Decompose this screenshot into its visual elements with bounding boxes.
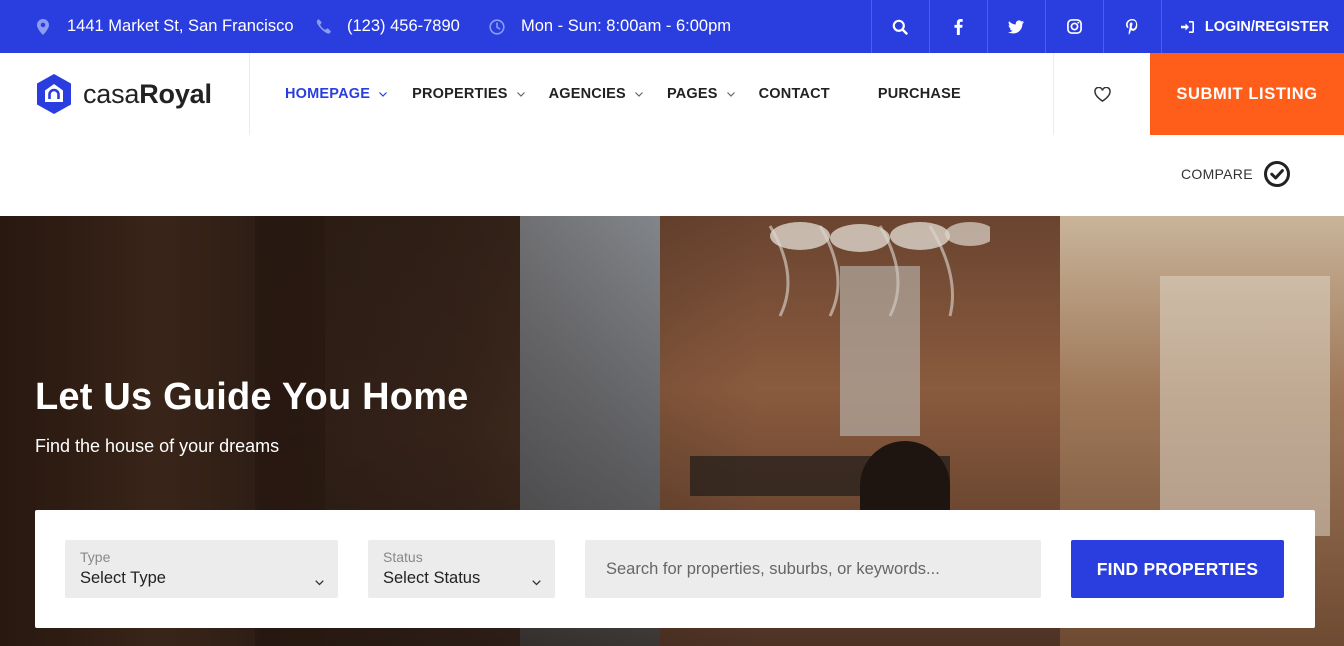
compare-link[interactable]: COMPARE [1181,160,1291,188]
chevron-down-icon [516,91,525,97]
chevron-down-icon [532,573,541,591]
nav-properties[interactable]: PROPERTIES [412,86,525,102]
nav-pages[interactable]: PAGES [667,86,735,102]
chevron-down-icon [635,91,643,97]
phone-info[interactable]: (123) 456-7890 [315,0,460,53]
chevron-down-icon [315,573,324,591]
top-bar: 1441 Market St, San Francisco (123) 456-… [0,0,1344,53]
hours-info: Mon - Sun: 8:00am - 6:00pm [489,0,731,53]
compare-label: COMPARE [1181,166,1253,182]
phone-text: (123) 456-7890 [347,17,460,35]
login-icon [1181,19,1195,35]
chevron-down-icon [726,91,735,97]
pinterest-icon[interactable] [1102,0,1161,53]
address-text: 1441 Market St, San Francisco [67,17,294,35]
header-divider [249,53,250,135]
nav-properties-label: PROPERTIES [412,86,508,102]
status-select[interactable]: Status Select Status [368,540,555,598]
facebook-icon[interactable] [928,0,987,53]
main-nav: HOMEPAGE PROPERTIES AGENCIES PAGES CONTA… [285,53,961,135]
type-select-label: Type [80,549,111,565]
submit-listing-button[interactable]: SUBMIT LISTING [1150,53,1344,135]
clock-icon [489,18,505,35]
phone-icon [315,19,331,35]
hero-title: Let Us Guide You Home [35,376,469,418]
nav-purchase-label: PURCHASE [877,86,961,102]
nav-homepage[interactable]: HOMEPAGE [285,86,388,102]
nav-pages-label: PAGES [666,86,718,102]
nav-contact[interactable]: CONTACT [759,86,830,102]
hours-text: Mon - Sun: 8:00am - 6:00pm [521,17,732,35]
status-select-value: Select Status [383,569,481,587]
main-header: casaRoyal HOMEPAGE PROPERTIES AGENCIES P… [0,53,1344,135]
hero-subtitle: Find the house of your dreams [35,436,280,456]
twitter-icon[interactable] [986,0,1045,53]
search-icon[interactable] [870,0,929,53]
site-logo[interactable]: casaRoyal [35,73,212,115]
check-circle-icon [1263,161,1290,187]
hero-bg-window-pane [1160,276,1330,536]
header-divider [1053,53,1054,135]
nav-agencies[interactable]: AGENCIES [549,86,643,102]
login-register-link[interactable]: LOGIN/REGISTER [1160,0,1344,53]
keyword-search-input[interactable] [585,540,1041,598]
type-select[interactable]: Type Select Type [65,540,338,598]
favorites-heart-icon[interactable] [1092,84,1112,104]
type-select-value: Select Type [80,569,166,587]
logo-text: casaRoyal [83,78,212,109]
topbar-actions: LOGIN/REGISTER [870,0,1344,53]
find-properties-button[interactable]: FIND PROPERTIES [1071,540,1284,598]
property-search-panel: Type Select Type Status Select Status FI… [35,510,1315,628]
nav-purchase[interactable]: PURCHASE [878,86,961,102]
nav-contact-label: CONTACT [758,86,830,102]
nav-agencies-label: AGENCIES [548,86,626,102]
submit-listing-label: SUBMIT LISTING [1176,84,1318,103]
chevron-down-icon [379,91,388,97]
nav-homepage-label: HOMEPAGE [285,86,371,102]
hero-bg-lamp [768,222,990,317]
map-pin-icon [35,18,51,35]
instagram-icon[interactable] [1044,0,1103,53]
address-info: 1441 Market St, San Francisco [35,0,294,53]
status-select-label: Status [383,549,423,565]
login-label: LOGIN/REGISTER [1204,18,1329,35]
logo-house-icon [37,74,71,114]
